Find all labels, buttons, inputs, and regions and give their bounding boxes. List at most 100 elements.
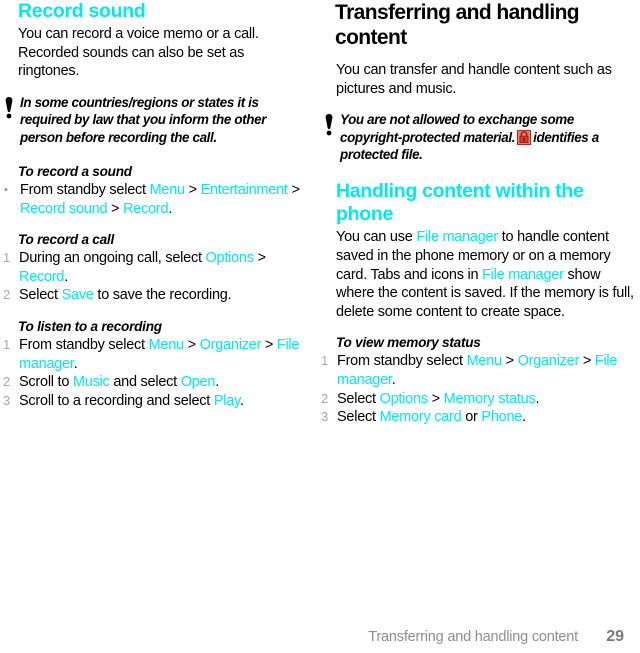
link-options[interactable]: Options — [206, 250, 254, 266]
left-column: Record sound You can record a voice memo… — [0, 0, 320, 427]
step-text: Scroll to Music and select Open. — [19, 373, 304, 392]
link-memory-status[interactable]: Memory status — [444, 391, 536, 407]
step-text-part: or — [461, 409, 482, 426]
page-number: 29 — [606, 628, 624, 645]
step-text: Select Options > Memory status. — [337, 390, 638, 409]
link-file-manager[interactable]: File manager — [482, 267, 564, 283]
link-memory-card[interactable]: Memory card — [380, 409, 462, 425]
step-text: During an ongoing call, select Options >… — [19, 249, 304, 286]
list-item: 2 Select Save to save the recording. — [3, 286, 304, 305]
section-title-handling-content-within-the-phone: Handling content within the phone — [336, 180, 584, 226]
step-text-part: From standby select — [20, 182, 150, 198]
page-title-record-sound: Record sound — [18, 0, 146, 22]
link-record-sound[interactable]: Record sound — [20, 201, 108, 217]
link-menu[interactable]: Menu — [149, 337, 185, 353]
step-number: 2 — [3, 287, 10, 303]
link-menu[interactable]: Menu — [467, 353, 503, 369]
manual-page: Record sound You can record a voice memo… — [0, 0, 640, 653]
two-column-layout: Record sound You can record a voice memo… — [0, 0, 640, 427]
link-save[interactable]: Save — [62, 287, 94, 303]
step-text-part: . — [64, 268, 69, 285]
list-item: • From standby select Menu > Entertainme… — [4, 181, 304, 218]
page-footer: Transferring and handling content 29 — [0, 628, 640, 646]
step-text-part: . — [168, 200, 173, 217]
note-text: In some countries/regions or states it i… — [20, 94, 267, 145]
note-copyright-protection: You are not allowed to exchange some cop… — [325, 111, 638, 163]
note-recording-law: In some countries/regions or states it i… — [5, 94, 304, 146]
step-text-part: > — [107, 200, 124, 217]
steps-to-record-a-sound: • From standby select Menu > Entertainme… — [4, 181, 304, 218]
step-text-part: > — [253, 250, 266, 267]
list-item: 3 Scroll to a recording and select Play. — [3, 392, 304, 411]
list-item: 1 From standby select Menu > Organizer >… — [321, 352, 638, 389]
step-text: Scroll to a recording and select Play. — [19, 392, 304, 411]
link-file-manager[interactable]: File manager — [416, 229, 498, 245]
record-sound-intro-paragraph: You can record a voice memo or a call. R… — [18, 26, 259, 80]
step-number: 2 — [321, 390, 328, 406]
link-options[interactable]: Options — [380, 391, 428, 407]
right-column: Transferring and handling content You ca… — [320, 0, 640, 427]
step-text-part: From standby select — [337, 353, 467, 370]
list-item: 2 Select Options > Memory status. — [321, 390, 638, 409]
step-text-part: . — [240, 392, 244, 409]
procedure-title-to-listen-to-a-recording: To listen to a recording — [18, 318, 162, 334]
step-number: 2 — [3, 374, 10, 390]
link-menu[interactable]: Menu — [150, 182, 186, 198]
step-text-part: to save the recording. — [93, 287, 232, 304]
step-text-part: . — [73, 355, 78, 372]
step-text-part: Select — [19, 287, 62, 304]
transferring-intro-paragraph: You can transfer and handle content such… — [336, 62, 612, 97]
steps-to-record-a-call: 1 During an ongoing call, select Options… — [3, 249, 304, 305]
lock-icon — [517, 129, 532, 145]
step-text-part: Scroll to a recording and select — [19, 392, 214, 409]
step-text-part: . — [535, 390, 540, 407]
step-number: 1 — [3, 250, 10, 266]
link-play[interactable]: Play — [214, 393, 240, 409]
list-item: 2 Scroll to Music and select Open. — [3, 373, 304, 392]
link-organizer[interactable]: Organizer — [200, 337, 262, 353]
list-bullet: • — [4, 184, 8, 196]
step-text-part: During an ongoing call, select — [19, 250, 206, 267]
step-number: 1 — [321, 353, 328, 369]
steps-to-view-memory-status: 1 From standby select Menu > Organizer >… — [321, 352, 638, 427]
link-organizer[interactable]: Organizer — [518, 353, 580, 369]
step-text: Select Memory card or Phone. — [337, 408, 638, 427]
step-text: From standby select Menu > Entertainment… — [20, 181, 304, 218]
procedure-title-to-view-memory-status: To view memory status — [336, 335, 481, 351]
link-record[interactable]: Record — [19, 269, 65, 285]
step-text-part: From standby select — [19, 336, 149, 353]
footer-chapter-title: Transferring and handling content — [368, 629, 578, 645]
list-item: 1 During an ongoing call, select Options… — [3, 249, 304, 286]
step-text-part: > — [427, 390, 444, 407]
step-number: 3 — [3, 392, 10, 408]
list-item: 1 From standby select Menu > Organizer >… — [3, 336, 304, 373]
step-text-part: and select — [109, 374, 181, 391]
step-text-part: . — [522, 409, 526, 426]
link-record[interactable]: Record — [123, 201, 169, 217]
steps-to-listen-to-a-recording: 1 From standby select Menu > Organizer >… — [3, 336, 304, 411]
step-text-part: > — [261, 336, 277, 353]
step-number: 3 — [321, 409, 328, 425]
link-music[interactable]: Music — [73, 374, 110, 390]
step-text: From standby select Menu > Organizer > F… — [19, 336, 304, 373]
step-text-part: > — [183, 336, 200, 353]
exclamation-icon — [4, 94, 20, 119]
handling-content-body-paragraph: You can use File manager to handle conte… — [336, 228, 638, 321]
step-text-part: > — [579, 353, 595, 370]
step-text-part: > — [501, 353, 518, 370]
note-text: You are not allowed to exchange some cop… — [340, 111, 638, 163]
step-text-part: > — [287, 182, 300, 198]
step-text-part: Select — [337, 390, 380, 407]
link-open[interactable]: Open — [181, 374, 216, 390]
exclamation-icon — [324, 111, 340, 136]
procedure-title-to-record-a-sound: To record a sound — [18, 164, 132, 179]
step-text-part: > — [184, 182, 201, 198]
procedure-title-to-record-a-call: To record a call — [18, 232, 114, 248]
link-phone[interactable]: Phone — [481, 409, 522, 425]
link-entertainment[interactable]: Entertainment — [201, 182, 288, 198]
step-text-part: . — [391, 371, 396, 388]
list-item: 3 Select Memory card or Phone. — [321, 408, 638, 427]
step-number: 1 — [3, 336, 10, 352]
step-text-part: . — [215, 374, 219, 391]
step-text: From standby select Menu > Organizer > F… — [337, 352, 638, 389]
